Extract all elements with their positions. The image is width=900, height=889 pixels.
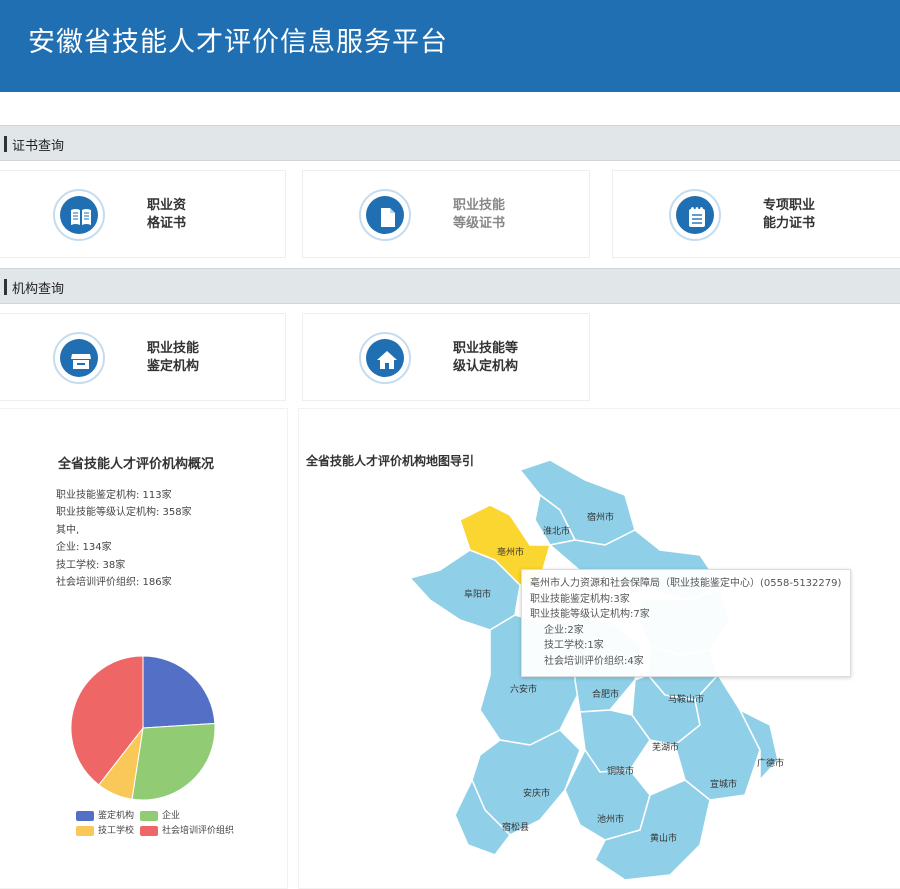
legend-item[interactable]: 社会培训评价组织 (140, 823, 234, 836)
map-label-maanshan: 马鞍山市 (668, 693, 704, 705)
tooltip-line: 技工学校:1家 (544, 640, 604, 651)
stat-line: 职业技能等级认定机构: 358家 (56, 507, 192, 519)
storefront-icon (53, 332, 105, 384)
map-label-susong: 宿松县 (502, 821, 529, 833)
site-title: 安徽省技能人才评价信息服务平台 (28, 27, 448, 58)
map-label-huaibei: 淮北市 (543, 525, 570, 537)
section-marker (4, 136, 7, 152)
card-special-vocational-ability-certificate[interactable]: 专项职业 能力证书 (612, 170, 900, 258)
stat-line: 职业技能鉴定机构: 113家 (56, 490, 172, 501)
document-icon (359, 189, 411, 241)
map-label-chizhou: 池州市 (597, 813, 624, 825)
section-title: 证书查询 (12, 139, 65, 154)
legend-item[interactable]: 鉴定机构 (76, 808, 134, 821)
map-label-tongling: 铜陵市 (607, 765, 634, 777)
map-label-wuhu: 芜湖市 (652, 741, 679, 753)
card-label: 职业技能 等级证书 (453, 198, 506, 231)
card-vocational-skill-level-certificate[interactable]: 职业技能 等级证书 (302, 170, 590, 258)
section-title: 机构查询 (12, 282, 65, 297)
tooltip-line: 职业技能等级认定机构:7家 (530, 609, 650, 620)
card-label: 专项职业 能力证书 (763, 198, 816, 231)
pie-slice-1[interactable] (131, 722, 216, 801)
card-skill-level-recognition-institution[interactable]: 职业技能等 级认定机构 (302, 313, 590, 401)
card-label: 职业资 格证书 (147, 198, 187, 231)
stat-line: 企业: 134家 (56, 542, 112, 554)
overview-stats: 职业技能鉴定机构: 113家 职业技能等级认定机构: 358家 其中, 企业: … (56, 487, 192, 591)
map-label-huangshan: 黄山市 (650, 832, 677, 844)
map-region-suzhou[interactable] (518, 459, 636, 546)
stat-line: 社会培训评价组织: 186家 (56, 577, 172, 589)
stat-line: 技工学校: 38家 (56, 559, 126, 571)
section-institution-query: 机构查询 (0, 268, 900, 304)
notepad-icon (669, 189, 721, 241)
map-label-bozhou: 亳州市 (497, 546, 524, 558)
card-skill-appraisal-institution[interactable]: 职业技能 鉴定机构 (0, 313, 286, 401)
open-book-icon (53, 189, 105, 241)
map-tooltip: 亳州市人力资源和社会保障局（职业技能鉴定中心）(0558-5132279) 职业… (521, 569, 851, 677)
house-icon (359, 332, 411, 384)
section-marker (4, 279, 7, 295)
card-vocational-qualification-certificate[interactable]: 职业资 格证书 (0, 170, 286, 258)
section-certificate-query: 证书查询 (0, 125, 900, 161)
map-label-suzhou: 宿州市 (587, 511, 614, 523)
site-header: 安徽省技能人才评价信息服务平台 (0, 0, 900, 92)
map-label-xuancheng: 宣城市 (710, 778, 737, 790)
stat-line: 其中, (56, 524, 80, 536)
tooltip-head: 亳州市人力资源和社会保障局（职业技能鉴定中心）(0558-5132279) (530, 578, 842, 589)
map-label-anqing: 安庆市 (523, 787, 550, 799)
legend-item[interactable]: 技工学校 (76, 823, 134, 836)
tooltip-line: 企业:2家 (544, 624, 584, 636)
map-label-luan: 六安市 (510, 683, 537, 695)
institution-pie-chart (70, 655, 216, 801)
tooltip-line: 职业技能鉴定机构:3家 (530, 593, 630, 605)
overview-title: 全省技能人才评价机构概况 (58, 457, 215, 472)
pie-slice-0[interactable] (142, 655, 216, 729)
legend-item[interactable]: 企业 (140, 808, 180, 821)
map-label-guangde: 广德市 (757, 757, 784, 769)
map-label-fuyang: 阜阳市 (464, 588, 491, 600)
tooltip-line: 社会培训评价组织:4家 (544, 655, 644, 667)
map-label-hefei: 合肥市 (592, 688, 619, 700)
card-label: 职业技能 鉴定机构 (147, 341, 200, 374)
card-label: 职业技能等 级认定机构 (453, 341, 519, 374)
